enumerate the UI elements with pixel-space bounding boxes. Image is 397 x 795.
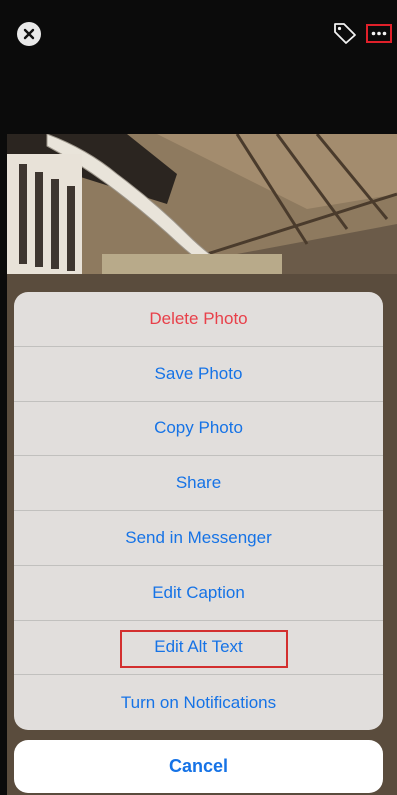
share-label: Share — [175, 473, 222, 493]
share-option[interactable]: Share — [14, 456, 383, 511]
send-in-messenger-label: Send in Messenger — [125, 527, 272, 547]
cancel-label: Cancel — [168, 756, 229, 776]
cancel-button[interactable]: Cancel — [14, 740, 383, 793]
action-sheet: Delete Photo Save Photo Copy Photo Share… — [14, 292, 383, 730]
turn-on-notifications-label: Turn on Notifications — [120, 692, 277, 712]
close-icon — [23, 28, 35, 40]
send-in-messenger-option[interactable]: Send in Messenger — [14, 511, 383, 566]
more-options-button[interactable] — [366, 24, 392, 43]
close-button[interactable] — [17, 22, 41, 46]
edit-alt-text-label: Edit Alt Text — [154, 637, 243, 657]
top-bar — [0, 0, 397, 134]
copy-photo-option[interactable]: Copy Photo — [14, 402, 383, 457]
save-photo-label: Save Photo — [154, 363, 243, 383]
edit-caption-label: Edit Caption — [152, 582, 245, 602]
tag-icon — [334, 23, 356, 44]
delete-photo-label: Delete Photo — [149, 308, 248, 328]
save-photo-option[interactable]: Save Photo — [14, 347, 383, 402]
tag-button[interactable] — [332, 21, 358, 45]
copy-photo-label: Copy Photo — [154, 418, 243, 438]
delete-photo-option[interactable]: Delete Photo — [14, 292, 383, 347]
turn-on-notifications-option[interactable]: Turn on Notifications — [14, 675, 383, 730]
more-options-icon — [371, 31, 387, 36]
edit-alt-text-option[interactable]: Edit Alt Text — [14, 621, 383, 676]
edit-caption-option[interactable]: Edit Caption — [14, 566, 383, 621]
